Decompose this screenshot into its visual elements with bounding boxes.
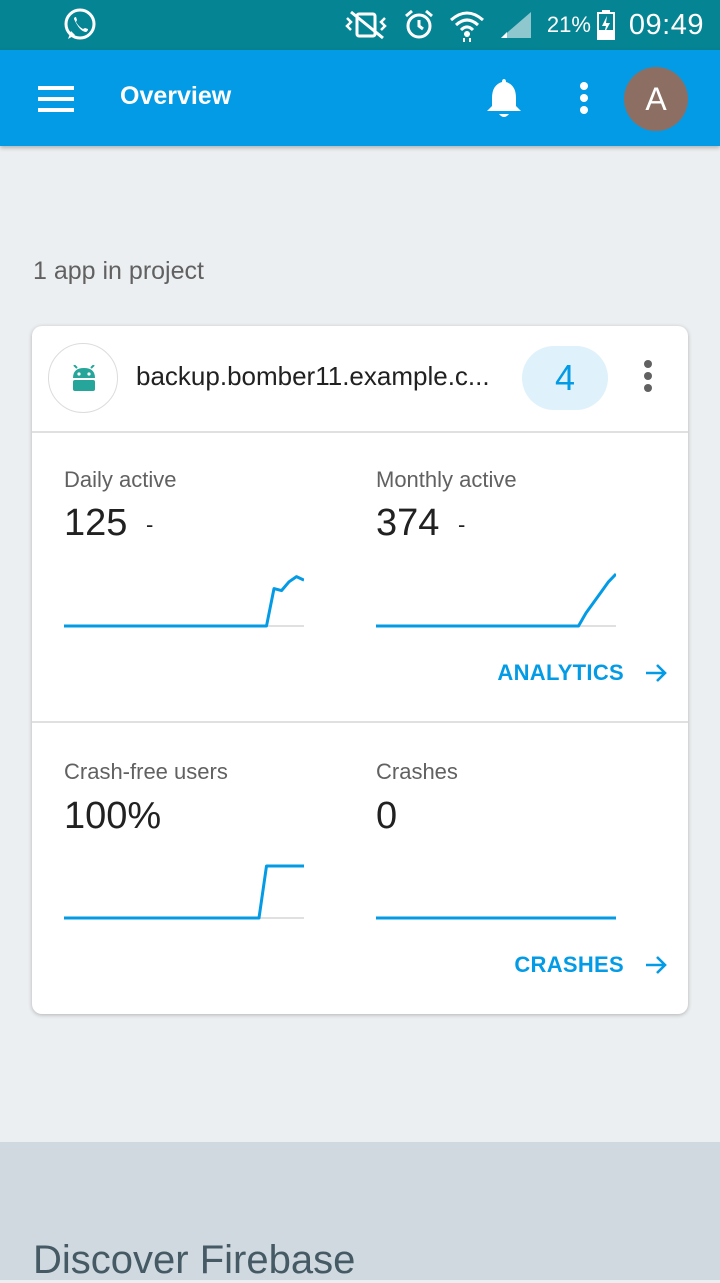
- monthly-active-value: 374: [376, 502, 440, 544]
- crashes-link-label: CRASHES: [514, 952, 624, 977]
- menu-icon[interactable]: [38, 86, 74, 112]
- crash-free-users-label: Crash-free users: [64, 759, 228, 784]
- discover-title: Discover Firebase: [33, 1238, 356, 1282]
- section-divider: [32, 721, 688, 723]
- app-card-header[interactable]: backup.bomber11.example.c... 4: [32, 326, 688, 433]
- app-more-options-icon[interactable]: [636, 358, 660, 398]
- notifications-bell-icon[interactable]: [484, 76, 524, 120]
- monthly-active-label: Monthly active: [376, 467, 517, 492]
- daily-active-delta: -: [146, 512, 154, 537]
- wifi-icon: [449, 8, 485, 42]
- crashes-link-button[interactable]: CRASHES: [514, 952, 668, 978]
- sparkline-series: [64, 864, 304, 920]
- arrow-right-icon: [646, 664, 667, 682]
- daily-active-sparkline: [64, 575, 304, 628]
- more-options-icon[interactable]: [572, 80, 596, 120]
- issue-count-badge[interactable]: 4: [522, 346, 608, 410]
- crashes-value: 0: [376, 795, 398, 837]
- app-card: backup.bomber11.example.c... 4 Daily act…: [32, 326, 688, 1014]
- android-icon: [48, 343, 118, 413]
- vibrate-off-icon: [343, 10, 389, 40]
- daily-active-label: Daily active: [64, 467, 177, 492]
- app-package-name: backup.bomber11.example.c...: [136, 361, 490, 391]
- analytics-link-label: ANALYTICS: [497, 660, 624, 685]
- crashes-sparkline: [376, 916, 616, 920]
- monthly-active-sparkline: [376, 572, 616, 628]
- crash-free-users-sparkline: [64, 864, 304, 920]
- discover-section: Discover Firebase: [0, 1142, 720, 1282]
- monthly-active-delta: -: [458, 512, 466, 537]
- sparkline-series: [64, 575, 304, 628]
- daily-active-value: 125: [64, 502, 128, 544]
- signal-icon: [499, 10, 533, 40]
- page-title: Overview: [120, 82, 232, 110]
- avatar[interactable]: A: [624, 67, 688, 131]
- status-bar: 21% 09:49: [0, 0, 720, 50]
- apps-in-project-label: 1 app in project: [33, 257, 204, 285]
- crashes-label: Crashes: [376, 759, 458, 784]
- app-bar: Overview A: [0, 50, 720, 146]
- analytics-link-button[interactable]: ANALYTICS: [497, 660, 668, 686]
- battery-percent: 21%: [546, 12, 591, 37]
- arrow-right-icon: [646, 956, 667, 974]
- battery-charging-icon: [596, 10, 615, 40]
- clock: 09:49: [628, 8, 704, 41]
- crash-free-users-value: 100%: [64, 795, 162, 837]
- sparkline-series: [376, 572, 616, 628]
- whatsapp-icon: [62, 7, 98, 48]
- alarm-icon: [403, 9, 435, 41]
